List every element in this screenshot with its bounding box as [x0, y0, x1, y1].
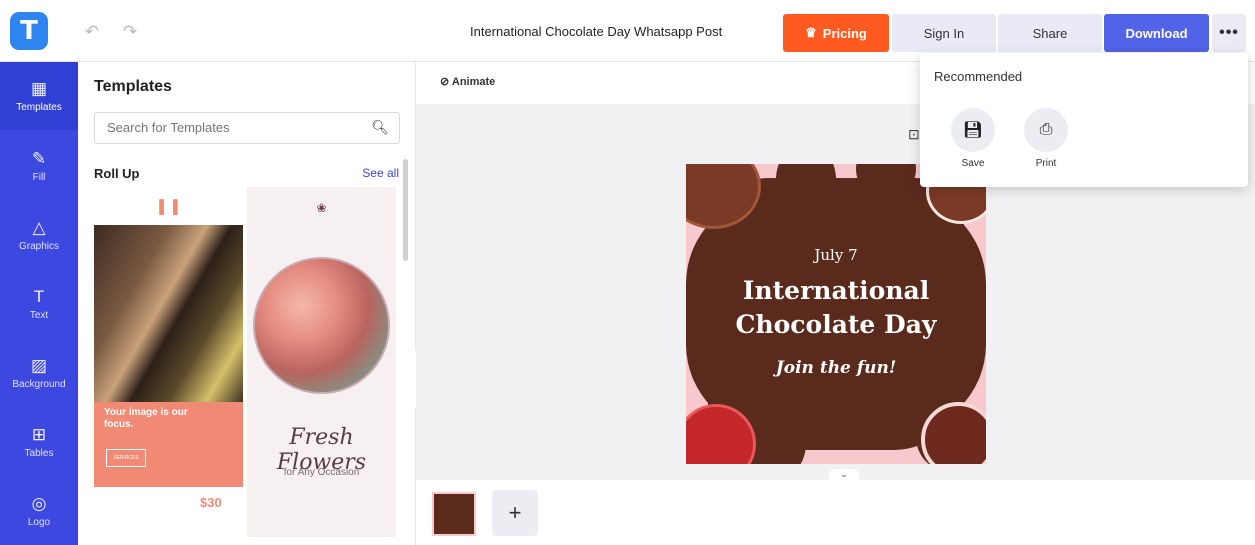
- template-flower-photo: [253, 257, 390, 394]
- template-services: SERVICES: [106, 449, 146, 467]
- design-title[interactable]: International Chocolate Day: [686, 274, 986, 342]
- tables-icon: ⊞: [31, 424, 47, 444]
- template-card[interactable]: ▌▐ Your image is our focus. SERVICES $30: [94, 187, 243, 542]
- print-icon: ⎙: [1024, 108, 1068, 152]
- animate-icon: ⊘: [440, 76, 450, 88]
- page-thumbnail[interactable]: [432, 492, 476, 536]
- sidebar-item-background[interactable]: ▨ Background: [0, 339, 78, 407]
- resize-icon[interactable]: ⊡: [908, 126, 920, 143]
- sidebar-item-label: Templates: [16, 101, 62, 113]
- design-canvas[interactable]: July 7 International Chocolate Day Join …: [686, 164, 986, 464]
- template-brand-mark: ▌▐: [159, 199, 178, 214]
- background-icon: ▨: [30, 355, 48, 375]
- templates-icon: ▦: [30, 78, 48, 98]
- sidebar-item-label: Fill: [32, 171, 46, 183]
- dropdown-heading: Recommended: [934, 69, 1023, 84]
- fill-icon: ✎: [31, 148, 47, 168]
- sidebar-item-templates[interactable]: ▦ Templates: [0, 62, 78, 130]
- app-logo[interactable]: T: [10, 12, 48, 50]
- left-sidebar: ▦ Templates ✎ Fill △ Graphics T Text ▨ B…: [0, 62, 78, 545]
- flower-logo-icon: ❀: [316, 201, 327, 215]
- sidebar-item-fill[interactable]: ✎ Fill: [0, 132, 78, 200]
- panel-scrollbar[interactable]: [403, 159, 408, 261]
- pricing-label: Pricing: [822, 25, 867, 41]
- section-label: Roll Up: [94, 166, 140, 181]
- template-headline: Your image is our focus.: [104, 407, 188, 430]
- sidebar-item-label: Logo: [27, 516, 51, 528]
- redo-icon[interactable]: ↷: [120, 22, 140, 42]
- share-button[interactable]: Share: [998, 14, 1102, 52]
- undo-icon[interactable]: ↶: [82, 22, 102, 42]
- download-dropdown: Recommended 💾︎ Save ⎙ Print: [920, 53, 1248, 187]
- save-icon: 💾︎: [951, 108, 995, 152]
- templates-panel: Templates 🔍︎ Roll Up See all ▌▐ Your ima…: [78, 62, 416, 545]
- design-title-line: International: [742, 276, 930, 305]
- design-title-line: Chocolate Day: [735, 310, 937, 339]
- app-root: T ↶ ↷ International Chocolate Day Whatsa…: [0, 0, 1255, 545]
- page-strip: +: [416, 480, 1255, 545]
- print-label: Print: [1035, 158, 1057, 169]
- sign-in-button[interactable]: Sign In: [892, 14, 996, 52]
- print-option[interactable]: ⎙ Print: [1021, 108, 1071, 172]
- save-option[interactable]: 💾︎ Save: [948, 108, 998, 172]
- sidebar-item-label: Graphics: [18, 240, 59, 252]
- see-all-link[interactable]: See all: [362, 166, 399, 180]
- template-price: $30: [200, 495, 222, 510]
- search-input[interactable]: [107, 120, 367, 135]
- document-title[interactable]: International Chocolate Day Whatsapp Pos…: [470, 24, 722, 39]
- logo-icon: ◎: [31, 493, 47, 513]
- text-icon: T: [33, 286, 45, 306]
- panel-title: Templates: [94, 78, 172, 95]
- sidebar-item-graphics[interactable]: △ Graphics: [0, 201, 78, 269]
- sidebar-item-text[interactable]: T Text: [0, 270, 78, 338]
- add-page-button[interactable]: +: [492, 490, 538, 536]
- graphics-icon: △: [32, 217, 46, 237]
- chevron-down-icon[interactable]: ⌄: [829, 469, 859, 480]
- pricing-button[interactable]: ♛ Pricing: [783, 14, 889, 52]
- download-button[interactable]: Download: [1104, 14, 1209, 52]
- design-date[interactable]: July 7: [686, 246, 986, 264]
- search-icon[interactable]: 🔍︎: [371, 119, 389, 136]
- sidebar-item-label: Text: [29, 309, 49, 321]
- sidebar-item-label: Tables: [24, 447, 54, 459]
- sidebar-item-logo[interactable]: ◎ Logo: [0, 477, 78, 545]
- design-tagline[interactable]: Join the fun!: [686, 358, 986, 378]
- template-photo: [94, 225, 243, 403]
- more-options-button[interactable]: •••: [1212, 14, 1246, 52]
- template-subtitle: for Any Occasion: [283, 467, 360, 478]
- template-card[interactable]: ❀ Fresh Flowers for Any Occasion: [247, 187, 396, 537]
- save-label: Save: [961, 158, 985, 169]
- sidebar-item-tables[interactable]: ⊞ Tables: [0, 408, 78, 476]
- sidebar-item-label: Background: [12, 378, 66, 390]
- search-box: 🔍︎: [94, 112, 400, 144]
- crown-icon: ♛: [805, 25, 817, 40]
- animate-label: Animate: [451, 76, 496, 88]
- animate-button[interactable]: ⊘ Animate: [440, 75, 495, 88]
